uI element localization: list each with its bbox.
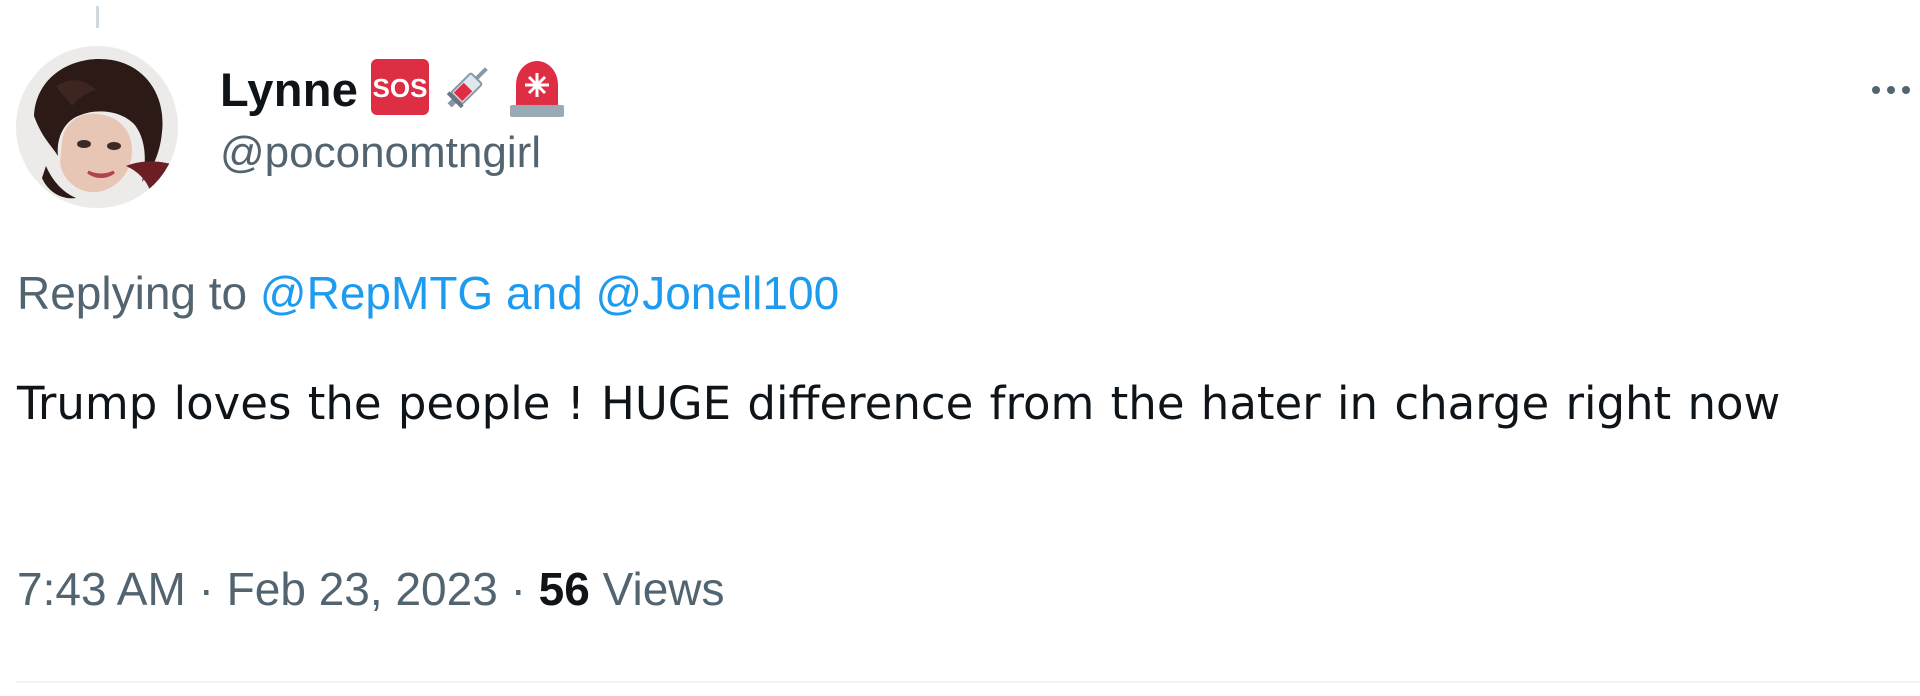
views-label: Views	[602, 563, 725, 615]
author-display-name[interactable]: Lynne	[220, 62, 358, 117]
thread-connector-line	[96, 6, 99, 28]
author-name-row[interactable]: Lynne SOS	[220, 56, 576, 122]
tweet-detail: Lynne SOS @poconomtngirl Replying to @Re…	[0, 0, 1920, 696]
tweet-time-link[interactable]: 7:43 AM	[17, 563, 186, 615]
more-dot-icon	[1887, 86, 1895, 94]
replying-to-line: Replying to @RepMTG and @Jonell100	[17, 266, 839, 320]
police-light-emoji-icon	[506, 55, 568, 123]
more-options-button[interactable]	[1872, 70, 1920, 110]
mention-link-repmtg[interactable]: @RepMTG	[260, 267, 493, 319]
divider	[16, 681, 1920, 683]
author-handle[interactable]: @poconomtngirl	[220, 128, 541, 178]
more-dot-icon	[1902, 86, 1910, 94]
replying-to-label: Replying to	[17, 267, 248, 319]
meta-separator: ·	[198, 563, 214, 615]
tweet-date-link[interactable]: Feb 23, 2023	[227, 563, 498, 615]
avatar[interactable]	[16, 46, 178, 208]
meta-separator: ·	[510, 563, 526, 615]
sos-emoji-icon: SOS	[370, 57, 430, 121]
more-dot-icon	[1872, 86, 1880, 94]
views-count: 56	[538, 563, 590, 615]
mention-link-jonell100[interactable]: @Jonell100	[596, 267, 840, 319]
syringe-emoji-icon	[438, 57, 498, 121]
svg-text:SOS: SOS	[373, 73, 428, 103]
tweet-metadata: 7:43 AM · Feb 23, 2023 · 56 Views	[17, 562, 725, 616]
mention-conjunction[interactable]: and	[506, 267, 583, 319]
tweet-body-text: Trump loves the people ! HUGE difference…	[17, 377, 1781, 430]
